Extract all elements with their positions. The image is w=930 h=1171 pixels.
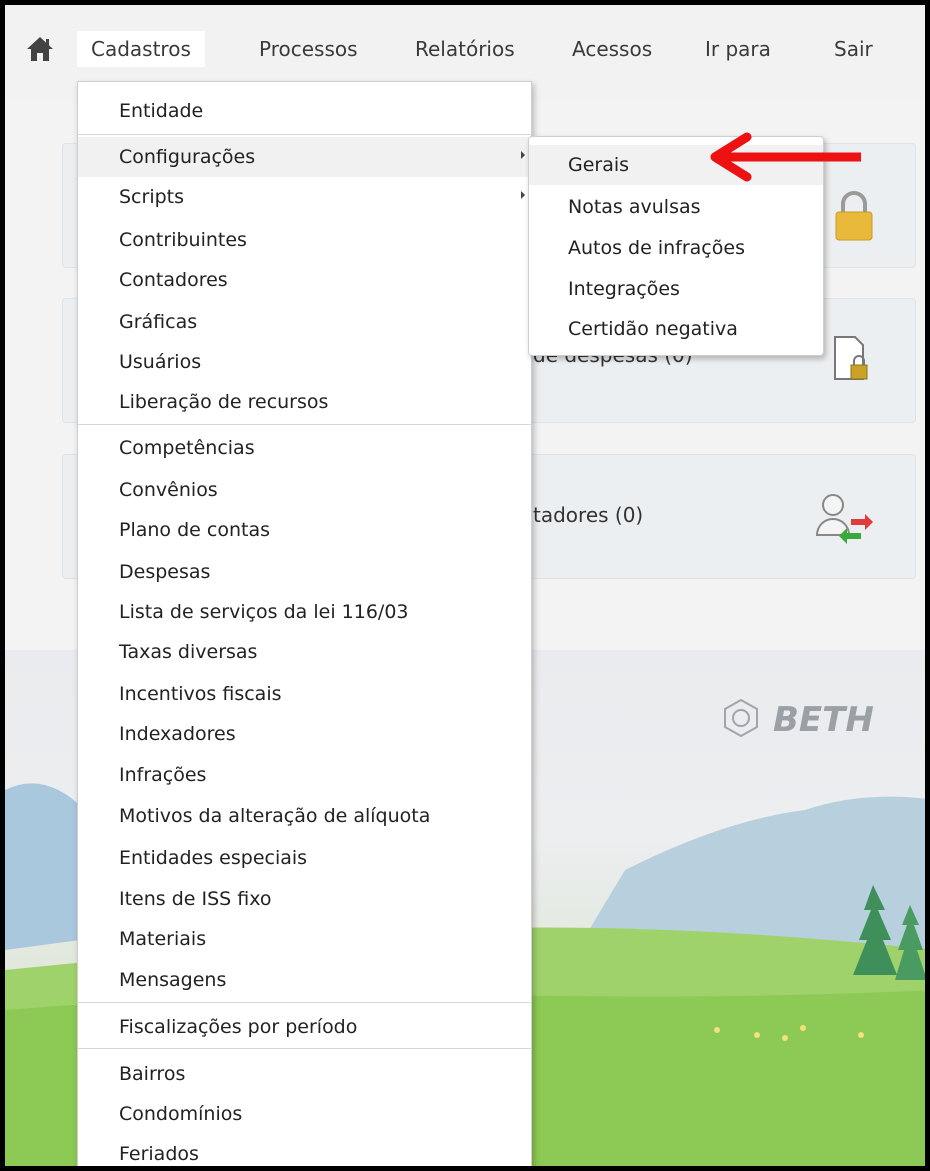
menu-item-mensagens[interactable]: Mensagens [78,960,531,1000]
menu-item-entidade[interactable]: Entidade [78,91,531,131]
submenu-arrow-icon [521,191,525,199]
document-lock-icon [834,336,868,380]
annotation-arrow-icon [710,132,861,182]
menu-item-motivos-aliquota[interactable]: Motivos da alteração de alíquota [78,796,531,836]
menu-item-despesas[interactable]: Despesas [78,552,531,592]
nav-ir-para[interactable]: Ir para [705,37,771,61]
submenu-item-certidao-negativa[interactable]: Certidão negativa [529,309,823,349]
nav-processos[interactable]: Processos [259,37,358,61]
nav-relatorios[interactable]: Relatórios [415,37,515,61]
menu-divider [78,1002,531,1003]
menu-divider [78,134,531,135]
menu-item-itens-iss-fixo[interactable]: Itens de ISS fixo [78,879,531,919]
submenu-item-autos-infracoes[interactable]: Autos de infrações [529,228,823,268]
menu-item-infracoes[interactable]: Infrações [78,755,531,795]
app-window: Cadastros Processos Relatórios Acessos I… [0,0,930,1171]
nav-cadastros[interactable]: Cadastros [77,31,205,67]
menu-item-usuarios[interactable]: Usuários [78,342,531,382]
menu-item-label: Configurações [119,146,256,168]
menu-item-label: Scripts [119,186,185,208]
menu-item-bairros[interactable]: Bairros [78,1054,531,1094]
submenu-item-notas-avulsas[interactable]: Notas avulsas [529,187,823,227]
menu-item-liberacao-recursos[interactable]: Liberação de recursos [78,382,531,422]
menu-item-graficas[interactable]: Gráficas [78,302,531,342]
menu-divider [78,424,531,425]
menu-item-contadores[interactable]: Contadores [78,260,531,300]
menu-item-fiscalizacoes-periodo[interactable]: Fiscalizações por período [78,1007,531,1047]
menu-item-taxas-diversas[interactable]: Taxas diversas [78,632,531,672]
menu-item-competencias[interactable]: Competências [78,428,531,468]
menu-item-condominios[interactable]: Condomínios [78,1094,531,1134]
menu-item-contribuintes[interactable]: Contribuintes [78,220,531,260]
menu-item-convenios[interactable]: Convênios [78,470,531,510]
menu-item-feriados[interactable]: Feriados [78,1134,531,1166]
lock-icon [835,191,873,241]
menu-item-scripts[interactable]: Scripts [78,177,531,217]
menu-item-lista-servicos[interactable]: Lista de serviços da lei 116/03 [78,592,531,632]
card-3-label: tadores (0) [533,503,644,527]
menu-item-entidades-especiais[interactable]: Entidades especiais [78,838,531,878]
submenu-arrow-icon [521,151,525,159]
brand-logo-icon [724,698,758,738]
menu-divider [78,1048,531,1049]
menu-item-materiais[interactable]: Materiais [78,919,531,959]
brand-name: BETH [773,700,874,740]
menu-item-configuracoes[interactable]: Configurações [78,137,531,177]
home-icon[interactable] [25,35,55,63]
cadastros-dropdown-menu: Entidade Configurações Scripts Contribui… [77,81,532,1166]
nav-sair[interactable]: Sair [834,37,873,61]
menu-item-incentivos-fiscais[interactable]: Incentivos fiscais [78,674,531,714]
users-transfer-icon [815,494,873,544]
submenu-item-integracoes[interactable]: Integrações [529,269,823,309]
nav-acessos[interactable]: Acessos [572,37,652,61]
menu-item-plano-contas[interactable]: Plano de contas [78,510,531,550]
menu-item-indexadores[interactable]: Indexadores [78,714,531,754]
